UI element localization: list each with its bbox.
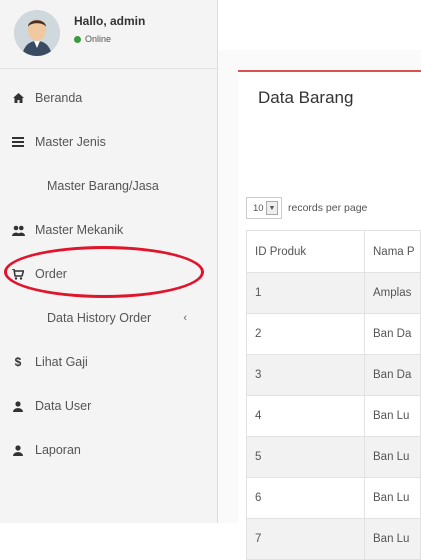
- table-cell-name: Ban Lu: [364, 477, 421, 519]
- table-cell-name: Ban Da: [364, 354, 421, 396]
- sidebar-item-label: Data User: [35, 399, 92, 413]
- table-cell-id: 6: [246, 477, 365, 519]
- sidebar-item-label: Laporan: [35, 443, 81, 457]
- sidebar-item-label: Data History Order: [47, 311, 152, 325]
- sidebar-item-label: Master Mekanik: [35, 223, 124, 237]
- sidebar-item-label: Beranda: [35, 91, 83, 105]
- table-row[interactable]: 7 Ban Lu: [246, 518, 421, 560]
- list-icon: [11, 135, 25, 149]
- table-row[interactable]: 6 Ban Lu: [246, 477, 421, 519]
- page-title: Data Barang: [258, 88, 354, 107]
- avatar: [14, 10, 60, 56]
- table-row[interactable]: 1 Amplas: [246, 272, 421, 314]
- column-header-id-produk[interactable]: ID Produk: [246, 230, 365, 273]
- table-cell-name: Ban Da: [364, 313, 421, 355]
- sidebar-item-master-jenis[interactable]: Master Jenis: [0, 120, 217, 164]
- sidebar-item-data-history-order[interactable]: Data History Order ‹: [0, 296, 217, 340]
- sidebar-item-label: Master Jenis: [35, 135, 106, 149]
- table-row[interactable]: 4 Ban Lu: [246, 395, 421, 437]
- sidebar-item-beranda[interactable]: Beranda: [0, 76, 217, 120]
- home-icon: [11, 91, 25, 105]
- table-cell-id: 4: [246, 395, 365, 437]
- table-cell-name: Ban Lu: [364, 436, 421, 478]
- user-icon: [11, 399, 25, 413]
- top-navbar: [218, 0, 421, 50]
- sidebar-item-data-user[interactable]: Data User: [0, 384, 217, 428]
- data-table: ID Produk Nama P 1 Amplas 2 Ban Da 3 Ban…: [246, 230, 421, 560]
- dropdown-arrow-icon[interactable]: ▼: [266, 201, 278, 215]
- records-per-page-control: 10 ▼ records per page: [246, 197, 367, 219]
- records-per-page-label: records per page: [288, 202, 368, 214]
- column-header-nama-produk[interactable]: Nama P: [364, 230, 421, 273]
- table-row[interactable]: 5 Ban Lu: [246, 436, 421, 478]
- chevron-left-icon[interactable]: ‹: [183, 312, 187, 324]
- sidebar-item-label: Master Barang/Jasa: [47, 179, 159, 193]
- sidebar-item-lihat-gaji[interactable]: $ Lihat Gaji: [0, 340, 217, 384]
- table-cell-name: Ban Lu: [364, 518, 421, 560]
- user-status: Online: [74, 34, 111, 44]
- user-status-label: Online: [85, 34, 112, 44]
- records-per-page-select[interactable]: 10 ▼: [246, 197, 282, 219]
- online-status-icon: [74, 35, 81, 43]
- table-row[interactable]: 2 Ban Da: [246, 313, 421, 355]
- user-icon: [11, 443, 25, 457]
- table-header-row: ID Produk Nama P: [246, 230, 421, 273]
- table-cell-id: 5: [246, 436, 365, 478]
- sidebar-item-label: Lihat Gaji: [35, 355, 88, 369]
- dollar-icon: $: [14, 355, 22, 369]
- table-cell-id: 7: [246, 518, 365, 560]
- table-row[interactable]: 3 Ban Da: [246, 354, 421, 396]
- sidebar-item-master-barang-jasa[interactable]: Master Barang/Jasa: [0, 164, 217, 208]
- user-greeting: Hallo, admin: [74, 14, 146, 28]
- table-cell-id: 2: [246, 313, 365, 355]
- highlight-annotation-ellipse: [4, 246, 204, 298]
- table-cell-id: 1: [246, 272, 365, 314]
- users-icon: [11, 223, 25, 237]
- sidebar-item-laporan[interactable]: Laporan: [0, 428, 217, 472]
- table-cell-name: Ban Lu: [364, 395, 421, 437]
- table-cell-id: 3: [246, 354, 365, 396]
- records-per-page-value: 10: [253, 202, 264, 214]
- user-panel: Hallo, admin Online: [0, 0, 217, 69]
- table-cell-name: Amplas: [364, 272, 421, 314]
